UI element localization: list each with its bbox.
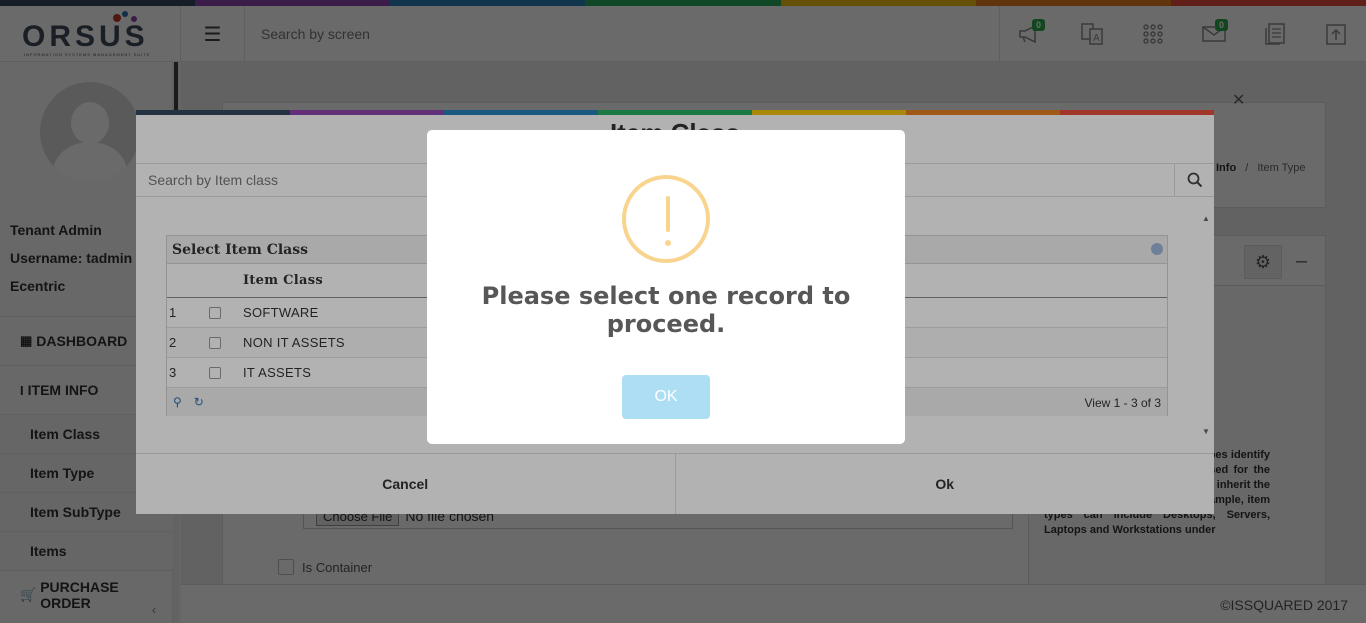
alert-message: Please select one record to proceed. (481, 282, 851, 338)
warning-icon (622, 175, 710, 263)
alert-ok-button[interactable]: OK (622, 375, 710, 419)
warning-icon-bar (666, 196, 670, 232)
warning-icon-dot (665, 240, 671, 246)
alert-dialog: Please select one record to proceed. OK (427, 130, 905, 444)
